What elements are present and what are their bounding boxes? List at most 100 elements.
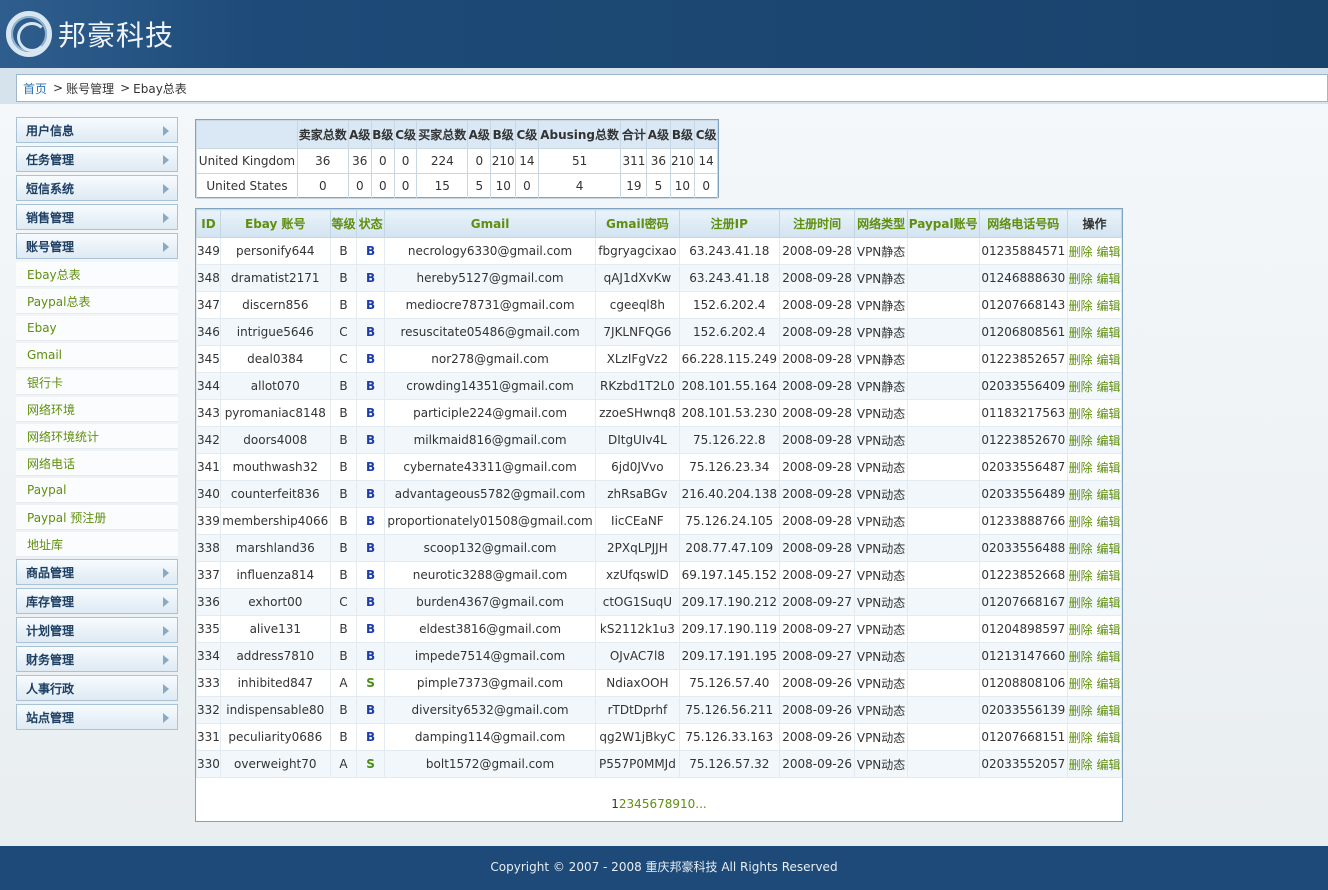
table-cell — [906, 534, 980, 562]
edit-link[interactable]: 编辑 — [1096, 272, 1120, 286]
sidebar-subitem[interactable]: Ebay — [16, 316, 178, 341]
edit-link[interactable]: 编辑 — [1096, 488, 1120, 502]
edit-link[interactable]: 编辑 — [1096, 353, 1120, 367]
summary-header-cell: Abusing总数 — [537, 120, 622, 149]
chevron-right-icon — [163, 568, 169, 578]
edit-link[interactable]: 编辑 — [1096, 515, 1120, 529]
delete-link[interactable]: 删除 — [1069, 434, 1093, 448]
column-header[interactable]: 网络电话号码 — [978, 209, 1069, 238]
edit-link[interactable]: 编辑 — [1096, 461, 1120, 475]
sidebar-category[interactable]: 用户信息 — [16, 117, 178, 143]
edit-link[interactable]: 编辑 — [1096, 569, 1120, 583]
table-row: 340 counterfeit836 B Badvantageous5782@gmai… — [196, 480, 1122, 508]
sidebar-category[interactable]: 站点管理 — [16, 704, 178, 730]
edit-link[interactable]: 编辑 — [1096, 677, 1120, 691]
sidebar-category[interactable]: 短信系统 — [16, 175, 178, 201]
sidebar-subitem[interactable]: Paypal — [16, 478, 178, 503]
sidebar-category[interactable]: 计划管理 — [16, 617, 178, 643]
column-header[interactable]: 注册时间 — [778, 209, 856, 238]
edit-link[interactable]: 编辑 — [1096, 326, 1120, 340]
table-cell: 342 — [196, 426, 221, 454]
page-link[interactable]: 9 — [672, 797, 680, 811]
column-header[interactable]: 状态 — [356, 209, 385, 238]
edit-link[interactable]: 编辑 — [1096, 704, 1120, 718]
edit-link[interactable]: 编辑 — [1096, 299, 1120, 313]
column-header[interactable]: 等级 — [329, 209, 358, 238]
sidebar-category-label: 任务管理 — [26, 152, 75, 167]
table-cell: 208.101.53.230 — [678, 399, 780, 427]
table-cell: pimple7373@gmail.com — [383, 669, 597, 697]
column-header[interactable]: Gmail密码 — [595, 209, 680, 238]
sidebar-category[interactable]: 商品管理 — [16, 559, 178, 585]
column-header[interactable]: ID — [196, 209, 221, 238]
breadcrumb-home-link[interactable]: 首页 — [23, 80, 47, 97]
sidebar-subitem[interactable]: 地址库 — [16, 532, 178, 557]
sidebar-subitem[interactable]: Ebay总表 — [16, 262, 178, 287]
delete-link[interactable]: 删除 — [1069, 650, 1093, 664]
delete-link[interactable]: 删除 — [1069, 515, 1093, 529]
table-cell: 01207668143 — [978, 291, 1069, 319]
page-link[interactable]: 4 — [634, 797, 642, 811]
page-link[interactable]: 10 — [680, 797, 695, 811]
edit-link[interactable]: 编辑 — [1096, 731, 1120, 745]
actions-cell: 删除 编辑 — [1067, 480, 1122, 508]
table-row: 330 overweight70 A Sbolt1572@gmail.com P557P… — [196, 750, 1122, 778]
table-cell: mouthwash32 — [219, 453, 331, 481]
column-header[interactable]: 网络类型 — [854, 209, 908, 238]
delete-link[interactable]: 删除 — [1069, 623, 1093, 637]
delete-link[interactable]: 删除 — [1069, 569, 1093, 583]
delete-link[interactable]: 删除 — [1069, 542, 1093, 556]
column-header[interactable]: 注册IP — [678, 209, 780, 238]
sidebar-category[interactable]: 人事行政 — [16, 675, 178, 701]
delete-link[interactable]: 删除 — [1069, 380, 1093, 394]
page-link[interactable]: 2 — [619, 797, 627, 811]
sidebar-category[interactable]: 财务管理 — [16, 646, 178, 672]
sidebar-category[interactable]: 账号管理 — [16, 233, 178, 259]
column-header[interactable]: Gmail — [383, 209, 597, 238]
delete-link[interactable]: 删除 — [1069, 353, 1093, 367]
delete-link[interactable]: 删除 — [1069, 299, 1093, 313]
edit-link[interactable]: 编辑 — [1096, 650, 1120, 664]
table-cell: xzUfqswlD — [595, 561, 680, 589]
summary-cell: 0 — [694, 173, 718, 199]
column-header[interactable]: Ebay 账号 — [219, 209, 331, 238]
sidebar-subitem-label: 网络环境 — [27, 402, 76, 417]
delete-link[interactable]: 删除 — [1069, 596, 1093, 610]
sidebar-subitem[interactable]: 网络环境 — [16, 397, 178, 422]
sidebar-subitem[interactable]: Paypal 预注册 — [16, 505, 178, 530]
table-cell: 335 — [196, 615, 221, 643]
edit-link[interactable]: 编辑 — [1096, 623, 1120, 637]
edit-link[interactable]: 编辑 — [1096, 542, 1120, 556]
page-link[interactable]: 7 — [657, 797, 665, 811]
edit-link[interactable]: 编辑 — [1096, 434, 1120, 448]
delete-link[interactable]: 删除 — [1069, 758, 1093, 772]
edit-link[interactable]: 编辑 — [1096, 380, 1120, 394]
delete-link[interactable]: 删除 — [1069, 677, 1093, 691]
table-cell: damping114@gmail.com — [383, 723, 597, 751]
sidebar-category[interactable]: 任务管理 — [16, 146, 178, 172]
edit-link[interactable]: 编辑 — [1096, 407, 1120, 421]
sidebar-subitem[interactable]: 银行卡 — [16, 370, 178, 395]
sidebar-subitem[interactable]: Paypal总表 — [16, 289, 178, 314]
sidebar-subitem[interactable]: Gmail — [16, 343, 178, 368]
delete-link[interactable]: 删除 — [1069, 245, 1093, 259]
delete-link[interactable]: 删除 — [1069, 272, 1093, 286]
sidebar-category[interactable]: 销售管理 — [16, 204, 178, 230]
delete-link[interactable]: 删除 — [1069, 704, 1093, 718]
sidebar-subitem[interactable]: 网络环境统计 — [16, 424, 178, 449]
delete-link[interactable]: 删除 — [1069, 488, 1093, 502]
delete-link[interactable]: 删除 — [1069, 407, 1093, 421]
edit-link[interactable]: 编辑 — [1096, 596, 1120, 610]
edit-link[interactable]: 编辑 — [1096, 245, 1120, 259]
page-link[interactable]: 6 — [649, 797, 657, 811]
edit-link[interactable]: 编辑 — [1096, 758, 1120, 772]
delete-link[interactable]: 删除 — [1069, 326, 1093, 340]
sidebar-subitem[interactable]: 网络电话 — [16, 451, 178, 476]
column-header[interactable]: 操作 — [1067, 209, 1122, 238]
delete-link[interactable]: 删除 — [1069, 461, 1093, 475]
sidebar-category[interactable]: 库存管理 — [16, 588, 178, 614]
page-link[interactable]: ... — [695, 797, 706, 811]
column-header[interactable]: Paypal账号 — [906, 209, 980, 238]
delete-link[interactable]: 删除 — [1069, 731, 1093, 745]
table-cell: DItgUIv4L — [595, 426, 680, 454]
